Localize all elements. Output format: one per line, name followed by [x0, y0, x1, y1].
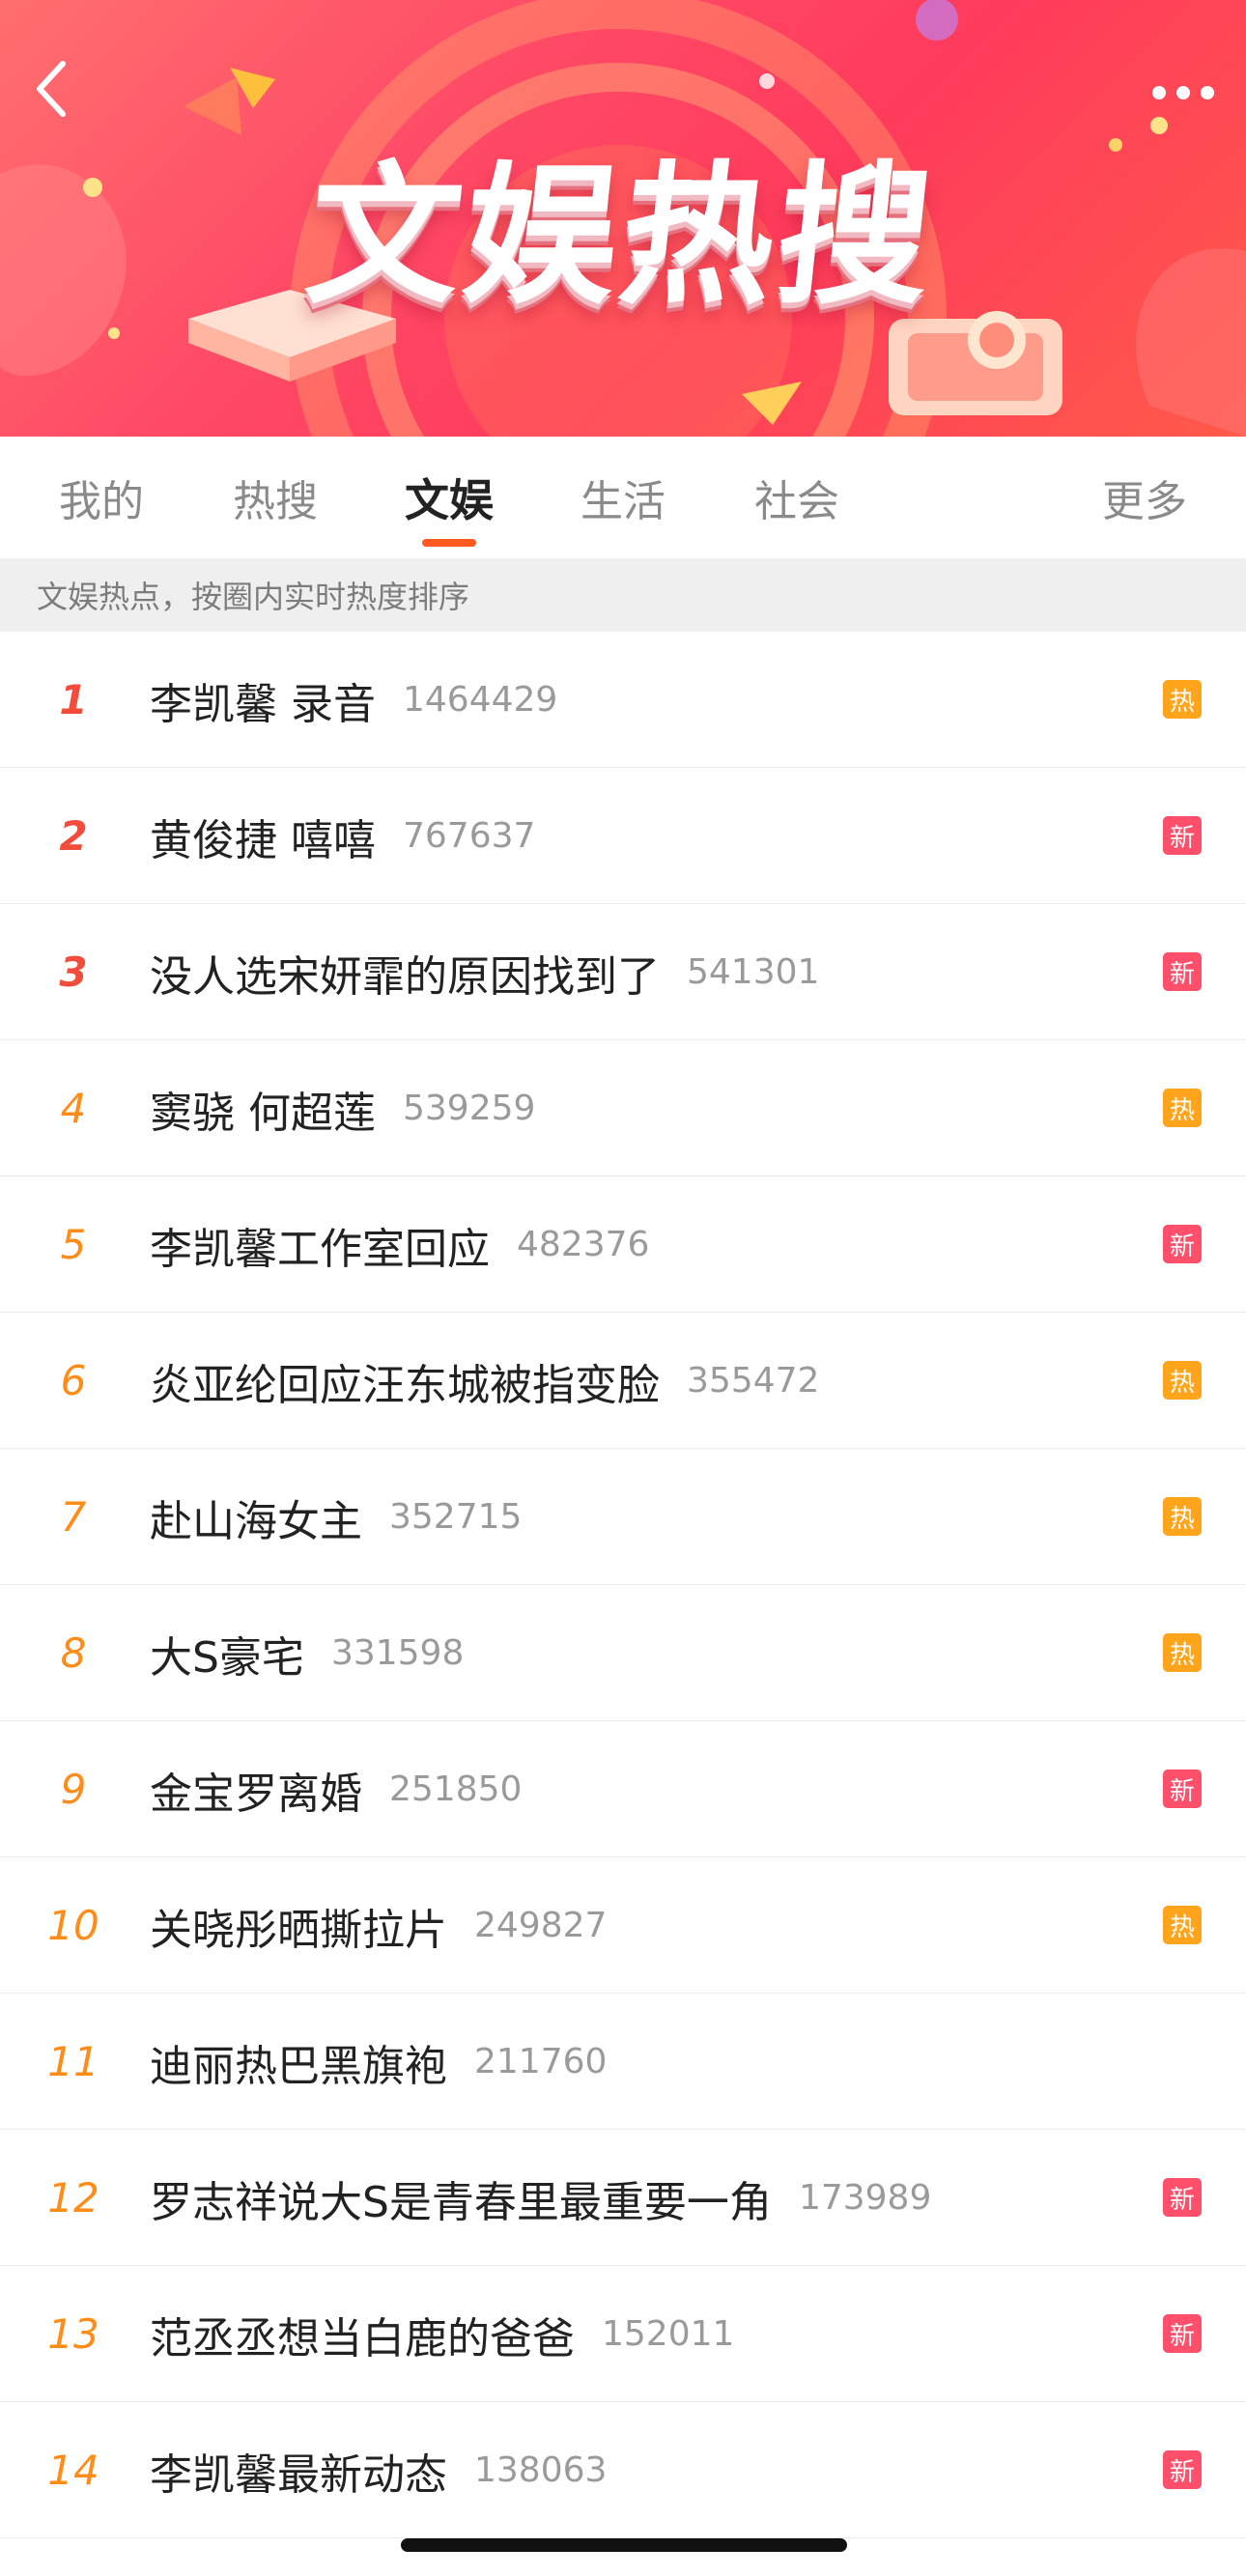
rank-number: 2 — [59, 812, 88, 860]
tab-more[interactable]: 更多 — [1082, 437, 1207, 558]
category-tabs: 我的 热搜 文娱 生活 社会 更多 — [0, 437, 1246, 558]
list-item[interactable]: 11 迪丽热巴黑旗袍 211760 — [0, 1994, 1246, 2130]
list-description: 文娱热点，按圈内实时热度排序 — [37, 579, 470, 615]
list-item[interactable]: 7 赴山海女主 352715 热 — [0, 1449, 1246, 1585]
banner: 文娱热搜 — [0, 0, 1246, 437]
list-item[interactable]: 2 黄俊捷 嘻嘻 767637 新 — [0, 768, 1246, 904]
rank-number: 9 — [60, 1766, 87, 1813]
heat-count: 1464429 — [403, 680, 558, 720]
banner-title: 文娱热搜 — [298, 147, 945, 326]
heat-count: 482376 — [517, 1225, 650, 1264]
new-badge: 新 — [1163, 2314, 1202, 2353]
rank-number: 13 — [47, 2310, 99, 2358]
heat-count: 352715 — [389, 1497, 523, 1537]
list-item[interactable]: 12 罗志祥说大S是青春里最重要一角 173989 新 — [0, 2130, 1246, 2266]
hot-badge: 热 — [1163, 1906, 1202, 1944]
item-title: 李凯馨最新动态 — [150, 2449, 447, 2500]
heat-count: 767637 — [403, 816, 536, 856]
item-title: 李凯馨 录音 — [150, 679, 376, 729]
tab-society[interactable]: 社会 — [734, 437, 860, 558]
chevron-left-icon — [37, 61, 66, 117]
rank-number: 6 — [60, 1357, 87, 1404]
rank-number: 1 — [59, 676, 88, 723]
rank-number: 7 — [60, 1493, 87, 1541]
list-description-bar: 文娱热点，按圈内实时热度排序 — [0, 558, 1246, 632]
list-item[interactable]: 3 没人选宋妍霏的原因找到了 541301 新 — [0, 904, 1246, 1040]
heat-count: 331598 — [330, 1633, 465, 1673]
new-badge: 新 — [1163, 952, 1202, 991]
rank-number: 5 — [60, 1221, 87, 1268]
item-title: 迪丽热巴黑旗袍 — [150, 2041, 447, 2091]
item-title: 李凯馨工作室回应 — [150, 1224, 490, 1274]
heat-count: 152011 — [602, 2314, 735, 2354]
rank-number: 14 — [47, 2447, 99, 2494]
new-badge: 新 — [1163, 2450, 1202, 2489]
new-badge: 新 — [1163, 1769, 1202, 1808]
item-title: 赴山海女主 — [150, 1496, 362, 1546]
back-button[interactable] — [21, 60, 79, 118]
list-item[interactable]: 10 关晓彤晒撕拉片 249827 热 — [0, 1857, 1246, 1994]
rank-number: 10 — [47, 1902, 99, 1949]
item-title: 大S豪宅 — [150, 1632, 304, 1683]
item-title: 范丞丞想当白鹿的爸爸 — [150, 2313, 575, 2364]
list-item[interactable]: 13 范丞丞想当白鹿的爸爸 152011 新 — [0, 2266, 1246, 2402]
list-item[interactable]: 6 炎亚纶回应汪东城被指变脸 355472 热 — [0, 1313, 1246, 1449]
hot-badge: 热 — [1163, 1089, 1202, 1127]
rank-number: 3 — [59, 948, 88, 996]
heat-count: 251850 — [389, 1769, 523, 1809]
rank-number: 12 — [47, 2174, 99, 2222]
hot-search-list: 1 李凯馨 录音 1464429 热 2 黄俊捷 嘻嘻 767637 新 3 没人选… — [0, 632, 1246, 2538]
list-item[interactable]: 4 窦骁 何超莲 539259 热 — [0, 1040, 1246, 1176]
list-item[interactable]: 1 李凯馨 录音 1464429 热 — [0, 632, 1246, 768]
rank-number: 11 — [47, 2038, 99, 2085]
item-title: 关晓彤晒撕拉片 — [150, 1905, 447, 1955]
item-title: 黄俊捷 嘻嘻 — [150, 815, 376, 865]
more-dots-icon — [1152, 86, 1214, 99]
hot-badge: 热 — [1163, 1497, 1202, 1536]
tab-life[interactable]: 生活 — [560, 437, 686, 558]
new-badge: 新 — [1163, 816, 1202, 855]
new-badge: 新 — [1163, 2178, 1202, 2217]
list-item[interactable]: 9 金宝罗离婚 251850 新 — [0, 1721, 1246, 1857]
heat-count: 138063 — [474, 2450, 608, 2490]
heat-count: 539259 — [403, 1089, 536, 1128]
hot-badge: 热 — [1163, 1633, 1202, 1672]
heat-count: 355472 — [687, 1361, 820, 1401]
active-tab-indicator — [422, 539, 476, 547]
hot-badge: 热 — [1163, 1361, 1202, 1400]
hot-badge: 热 — [1163, 680, 1202, 719]
list-item[interactable]: 8 大S豪宅 331598 热 — [0, 1585, 1246, 1721]
rank-number: 4 — [60, 1085, 87, 1132]
list-item[interactable]: 14 李凯馨最新动态 138063 新 — [0, 2402, 1246, 2538]
item-title: 没人选宋妍霏的原因找到了 — [150, 951, 660, 1002]
item-title: 炎亚纶回应汪东城被指变脸 — [150, 1360, 660, 1410]
heat-count: 541301 — [687, 952, 820, 992]
new-badge: 新 — [1163, 1225, 1202, 1263]
rank-number: 8 — [60, 1629, 87, 1677]
tab-hot-search[interactable]: 热搜 — [212, 437, 338, 558]
list-item[interactable]: 5 李凯馨工作室回应 482376 新 — [0, 1176, 1246, 1313]
tab-mine[interactable]: 我的 — [39, 437, 164, 558]
home-indicator[interactable] — [401, 2538, 847, 2552]
item-title: 金宝罗离婚 — [150, 1769, 362, 1819]
more-options-button[interactable] — [1142, 68, 1225, 118]
heat-count: 211760 — [474, 2042, 608, 2081]
item-title: 窦骁 何超莲 — [150, 1088, 376, 1138]
heat-count: 249827 — [474, 1906, 608, 1945]
heat-count: 173989 — [798, 2178, 932, 2218]
item-title: 罗志祥说大S是青春里最重要一角 — [150, 2177, 772, 2227]
